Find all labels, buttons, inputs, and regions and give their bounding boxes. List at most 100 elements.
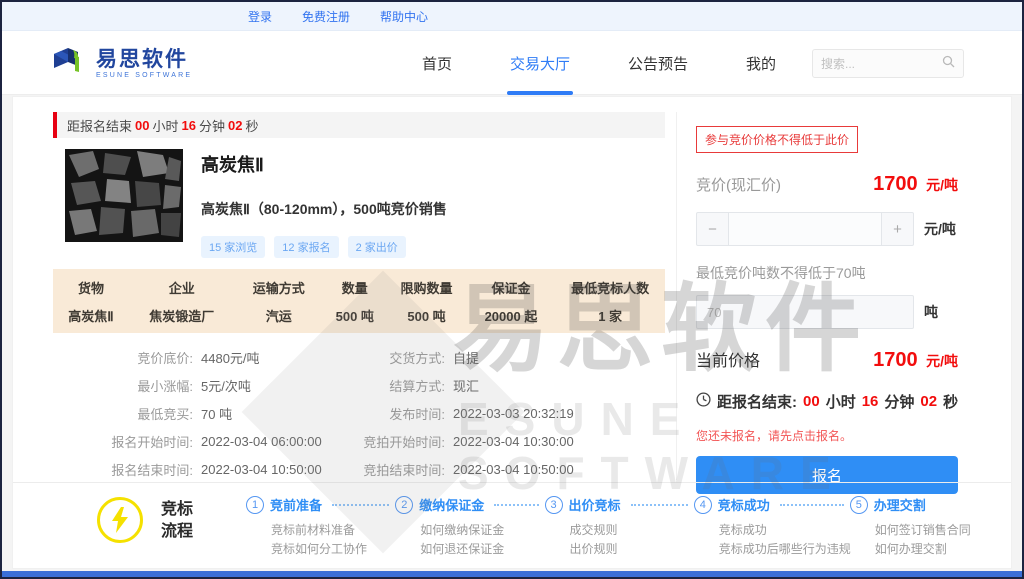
bid-panel: 参与竞价价格不得低于此价 竞价(现汇价) 1700 元/吨 − + 元/吨 最低… <box>676 112 971 480</box>
logo-text: 易思软件 <box>96 50 192 70</box>
main-nav: 首页 交易大厅 公告预告 我的 <box>422 31 776 95</box>
register-bid-button[interactable]: 报名 <box>696 456 958 494</box>
product-section: 高炭焦Ⅱ 高炭焦Ⅱ（80-120mm），500吨竞价销售 15 家浏览 12 家… <box>65 149 447 258</box>
summary-col-min-bidders: 最低竞标人数 1 家 <box>555 278 665 325</box>
summary-col-transport: 运输方式 汽运 <box>234 278 323 325</box>
step-link[interactable]: 如何签订销售合同 <box>875 521 999 540</box>
step-link[interactable]: 如何办理交割 <box>875 540 999 559</box>
summary-col-goods: 货物 高炭焦Ⅱ <box>53 278 129 325</box>
step-link[interactable]: 出价规则 <box>570 540 694 559</box>
bid-amount-stepper: − + <box>696 212 914 246</box>
detail-row: 竞拍结束时间:2022-03-04 10:50:00 <box>335 455 574 483</box>
current-price-row: 当前价格 1700 元/吨 <box>696 347 958 372</box>
not-registered-warning: 您还未报名，请先点击报名。 <box>696 427 971 444</box>
deadline-label: 距报名结束: <box>717 391 797 412</box>
search-icon[interactable] <box>942 55 955 73</box>
flow-title: 竞标 流程 <box>161 499 193 543</box>
price-floor-notice: 参与竞价价格不得低于此价 <box>696 126 858 153</box>
detail-row: 竞价底价:4480元/吨 <box>61 343 322 371</box>
increment-button[interactable]: + <box>881 213 913 245</box>
footer-bar <box>2 571 1022 577</box>
countdown-label: 距报名结束 <box>67 116 132 135</box>
countdown-minutes: 16 <box>182 118 196 133</box>
views-badge: 15 家浏览 <box>201 236 265 258</box>
dotted-connector <box>631 504 688 506</box>
logo[interactable]: 易思软件 ESUNE SOFTWARE <box>48 42 192 87</box>
section-divider <box>13 482 1011 483</box>
current-price-unit: 元/吨 <box>926 353 958 369</box>
current-price-value: 1700 <box>873 349 918 371</box>
stepper-unit-label: 元/吨 <box>924 219 956 239</box>
detail-row: 结算方式:现汇 <box>335 371 574 399</box>
register-link[interactable]: 免费注册 <box>302 8 350 25</box>
step-title[interactable]: 办理交割 <box>874 495 926 514</box>
detail-row: 最小涨幅:5元/次吨 <box>61 371 322 399</box>
step-link[interactable]: 竞标成功 <box>719 521 850 540</box>
flow-step-2: 2 缴纳保证金 如何缴纳保证金 如何退还保证金 <box>395 495 544 559</box>
step-link[interactable]: 成交规则 <box>570 521 694 540</box>
detail-row: 报名开始时间:2022-03-04 06:00:00 <box>61 427 322 455</box>
login-link[interactable]: 登录 <box>248 8 272 25</box>
summary-col-limit: 限购数量 500 吨 <box>386 278 466 325</box>
step-link[interactable]: 竞标成功后哪些行为违规 <box>719 540 850 559</box>
min-tons-note: 最低竞价吨数不得低于70吨 <box>696 263 971 283</box>
product-image <box>65 149 183 242</box>
step-link[interactable]: 竞标前材料准备 <box>271 521 395 540</box>
search-input[interactable] <box>821 57 942 71</box>
nav-trading-hall[interactable]: 交易大厅 <box>510 31 570 95</box>
help-center-link[interactable]: 帮助中心 <box>380 8 428 25</box>
nav-home[interactable]: 首页 <box>422 31 452 95</box>
step-number-badge: 4 <box>694 496 712 514</box>
step-link[interactable]: 如何缴纳保证金 <box>420 521 544 540</box>
dotted-connector <box>494 504 538 506</box>
flow-step-3: 3 出价竞标 成交规则 出价规则 <box>545 495 694 559</box>
tons-input-box <box>696 295 914 329</box>
nav-my[interactable]: 我的 <box>746 31 776 95</box>
bid-stepper-row: − + 元/吨 <box>696 212 971 246</box>
bid-amount-input[interactable] <box>729 213 881 245</box>
product-tags: 15 家浏览 12 家报名 2 家出价 <box>201 236 447 258</box>
flow-step-1: 1 竞前准备 竞标前材料准备 竞标如何分工协作 <box>246 495 395 559</box>
product-subtitle: 高炭焦Ⅱ（80-120mm），500吨竞价销售 <box>201 199 447 219</box>
detail-row: 报名结束时间:2022-03-04 10:50:00 <box>61 455 322 483</box>
product-title: 高炭焦Ⅱ <box>201 151 447 177</box>
flow-steps: 1 竞前准备 竞标前材料准备 竞标如何分工协作 2 缴纳保证金 <box>246 495 999 559</box>
process-flow: 竞标 流程 1 竞前准备 竞标前材料准备 竞标如何分工协作 <box>13 493 1011 563</box>
topbar: 登录 免费注册 帮助中心 <box>2 2 1022 31</box>
step-title[interactable]: 缴纳保证金 <box>419 495 484 514</box>
nav-announcements[interactable]: 公告预告 <box>628 31 688 95</box>
summary-col-company: 企业 焦炭锻造厂 <box>129 278 235 325</box>
tons-input[interactable] <box>697 296 913 328</box>
step-link[interactable]: 竞标如何分工协作 <box>271 540 395 559</box>
detail-row: 最低竞买:70 吨 <box>61 399 322 427</box>
detail-row: 发布时间:2022-03-03 20:32:19 <box>335 399 574 427</box>
bidders-badge: 2 家出价 <box>348 236 406 258</box>
step-title[interactable]: 竞标成功 <box>718 495 770 514</box>
details-left: 竞价底价:4480元/吨 最小涨幅:5元/次吨 最低竞买:70 吨 报名开始时间… <box>61 343 322 483</box>
tons-row: 吨 <box>696 295 971 329</box>
search-box[interactable] <box>812 49 964 78</box>
main-card: 距报名结束 00 小时 16 分钟 02 秒 <box>12 96 1012 569</box>
clock-icon <box>696 392 711 411</box>
details-middle: 交货方式:自提 结算方式:现汇 发布时间:2022-03-03 20:32:19… <box>335 343 574 483</box>
current-price-label: 当前价格 <box>696 347 760 371</box>
page: 登录 免费注册 帮助中心 易思软件 ESUNE SOFTWARE 首页 交易 <box>0 0 1024 579</box>
summary-col-deposit: 保证金 20000 起 <box>467 278 556 325</box>
step-title[interactable]: 出价竞标 <box>569 495 621 514</box>
countdown-strip: 距报名结束 00 小时 16 分钟 02 秒 <box>53 112 665 138</box>
step-number-badge: 2 <box>395 496 413 514</box>
detail-row: 竞拍开始时间:2022-03-04 10:30:00 <box>335 427 574 455</box>
bid-price-unit: 元/吨 <box>926 177 958 193</box>
step-title[interactable]: 竞前准备 <box>270 495 322 514</box>
dotted-connector <box>332 504 389 506</box>
flow-step-4: 4 竞标成功 竞标成功 竞标成功后哪些行为违规 <box>694 495 850 559</box>
detail-row: 交货方式:自提 <box>335 343 574 371</box>
step-link[interactable]: 如何退还保证金 <box>420 540 544 559</box>
decrement-button[interactable]: − <box>697 213 729 245</box>
signups-badge: 12 家报名 <box>274 236 338 258</box>
bid-price-row: 竞价(现汇价) 1700 元/吨 <box>696 173 958 196</box>
countdown-seconds: 02 <box>228 118 242 133</box>
tons-unit-label: 吨 <box>924 302 938 322</box>
flow-step-5: 5 办理交割 如何签订销售合同 如何办理交割 <box>850 495 999 559</box>
step-number-badge: 3 <box>545 496 563 514</box>
